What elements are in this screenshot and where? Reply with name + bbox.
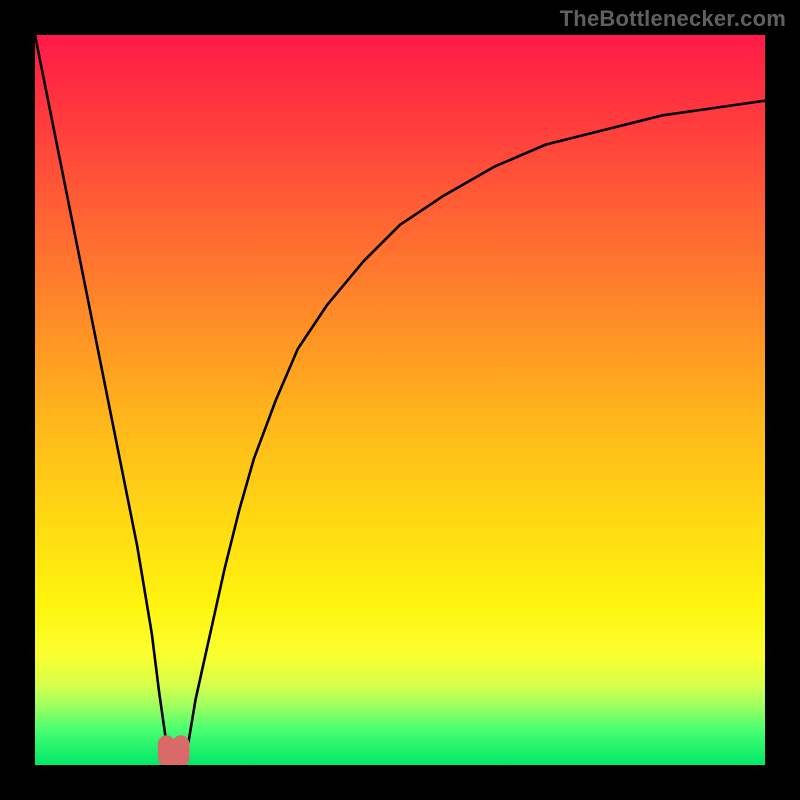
plot-area xyxy=(35,35,765,765)
bottleneck-curve xyxy=(35,35,765,765)
minimum-u-marker xyxy=(166,744,181,762)
curve-path xyxy=(35,35,765,758)
watermark-text: TheBottlenecker.com xyxy=(560,6,786,32)
chart-frame: TheBottlenecker.com xyxy=(0,0,800,800)
